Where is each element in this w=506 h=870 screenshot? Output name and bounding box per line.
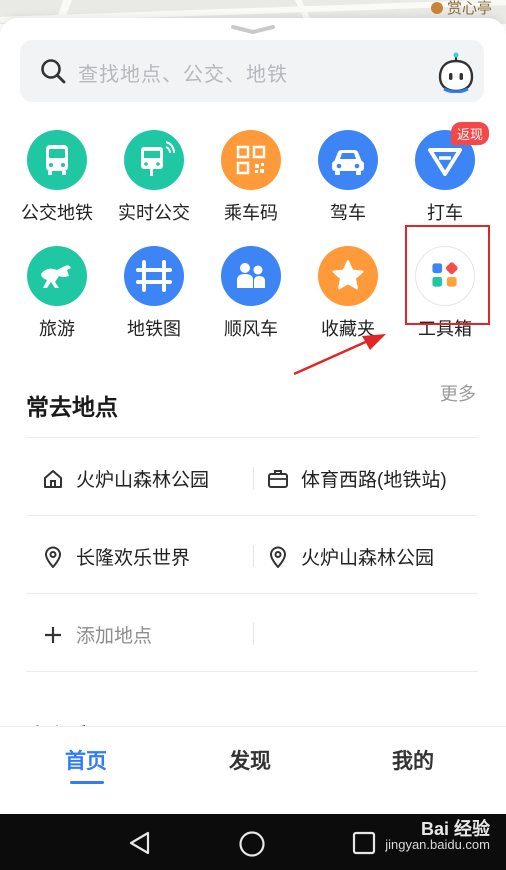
carpool-icon — [221, 246, 281, 306]
plus-icon — [45, 626, 61, 643]
tab-me[interactable]: 我的 — [392, 745, 434, 775]
place-label: 火炉山森林公园 — [301, 548, 435, 569]
annotation-arrow-icon — [293, 334, 386, 376]
back-icon[interactable] — [127, 830, 153, 856]
realtime-bus-icon — [124, 130, 184, 190]
shortcut-label: 顺风车 — [224, 319, 278, 339]
shortcut-label: 公交地铁 — [21, 203, 93, 223]
system-nav-bar: Bai 经验 jingyan.baidu.com — [0, 814, 506, 870]
briefcase-icon — [268, 469, 288, 488]
car-icon — [318, 130, 378, 190]
poi-marker-icon — [430, 1, 443, 14]
toolbox-highlight-box — [405, 225, 490, 325]
shortcut-realtime-bus[interactable]: 实时公交 — [106, 130, 202, 225]
more-link[interactable]: 更多 — [440, 380, 476, 406]
location-pin-icon — [269, 546, 287, 568]
home-button-icon[interactable] — [238, 830, 266, 858]
search-placeholder: 查找地点、公交、地铁 — [78, 64, 288, 86]
place-label: 火炉山森林公园 — [76, 470, 210, 491]
shortcut-taxi[interactable]: 返现 打车 — [397, 122, 493, 225]
shortcut-label: 实时公交 — [118, 203, 190, 223]
map-poi[interactable]: 赏心亭 — [430, 0, 492, 18]
location-pin-icon — [44, 546, 62, 568]
qr-code-icon — [221, 130, 281, 190]
divider — [26, 437, 478, 438]
shortcut-metro-map[interactable]: 地铁图 — [106, 246, 202, 341]
divider — [253, 545, 254, 567]
shortcut-label: 打车 — [427, 203, 463, 223]
tab-discover[interactable]: 发现 — [229, 745, 271, 775]
drag-handle-icon[interactable] — [230, 24, 276, 34]
shortcut-favorites[interactable]: 收藏夹 — [300, 246, 396, 341]
search-bar[interactable]: 查找地点、公交、地铁 — [20, 40, 484, 102]
shortcut-label: 地铁图 — [127, 319, 181, 339]
recents-icon[interactable] — [352, 831, 376, 855]
watermark-url: jingyan.baidu.com — [385, 837, 490, 852]
divider — [253, 623, 254, 645]
horse-icon — [27, 246, 87, 306]
assistant-icon[interactable] — [434, 51, 478, 93]
taxi-icon: 返现 — [415, 122, 489, 190]
search-icon — [41, 59, 66, 84]
shortcut-ride-code[interactable]: 乘车码 — [203, 130, 299, 225]
star-icon — [318, 246, 378, 306]
frequent-places-title: 常去地点 — [26, 394, 118, 420]
place-item[interactable]: 火炉山森林公园 — [267, 543, 434, 570]
shortcut-bus-metro[interactable]: 公交地铁 — [9, 130, 105, 225]
bus-icon — [27, 130, 87, 190]
place-label: 体育西路(地铁站) — [301, 470, 447, 491]
watermark: Bai 经验 jingyan.baidu.com — [385, 819, 490, 852]
shortcut-travel[interactable]: 旅游 — [9, 246, 105, 341]
shortcut-label: 乘车码 — [224, 203, 278, 223]
divider — [26, 671, 478, 672]
divider — [26, 515, 478, 516]
place-label: 长隆欢乐世界 — [76, 548, 191, 569]
add-place-label: 添加地点 — [76, 626, 153, 647]
home-icon — [44, 469, 62, 488]
place-item[interactable]: 火炉山森林公园 — [42, 465, 209, 492]
map-poi-label: 赏心亭 — [446, 0, 492, 17]
divider — [26, 593, 478, 594]
place-item[interactable]: 长隆欢乐世界 — [42, 543, 190, 570]
tab-home[interactable]: 首页 — [65, 745, 107, 775]
shortcut-drive[interactable]: 驾车 — [300, 130, 396, 225]
shortcut-carpool[interactable]: 顺风车 — [203, 246, 299, 341]
watermark-brand: Bai 经验 — [420, 819, 490, 839]
shortcut-label: 旅游 — [39, 319, 75, 339]
add-place-button[interactable]: 添加地点 — [42, 621, 152, 648]
active-tab-indicator — [70, 781, 104, 784]
shortcut-label: 驾车 — [330, 203, 366, 223]
divider — [253, 467, 254, 489]
metro-map-icon — [124, 246, 184, 306]
place-item[interactable]: 体育西路(地铁站) — [267, 465, 447, 492]
bottom-tab-bar: 首页 发现 我的 — [0, 726, 506, 796]
cashback-badge: 返现 — [450, 122, 489, 145]
